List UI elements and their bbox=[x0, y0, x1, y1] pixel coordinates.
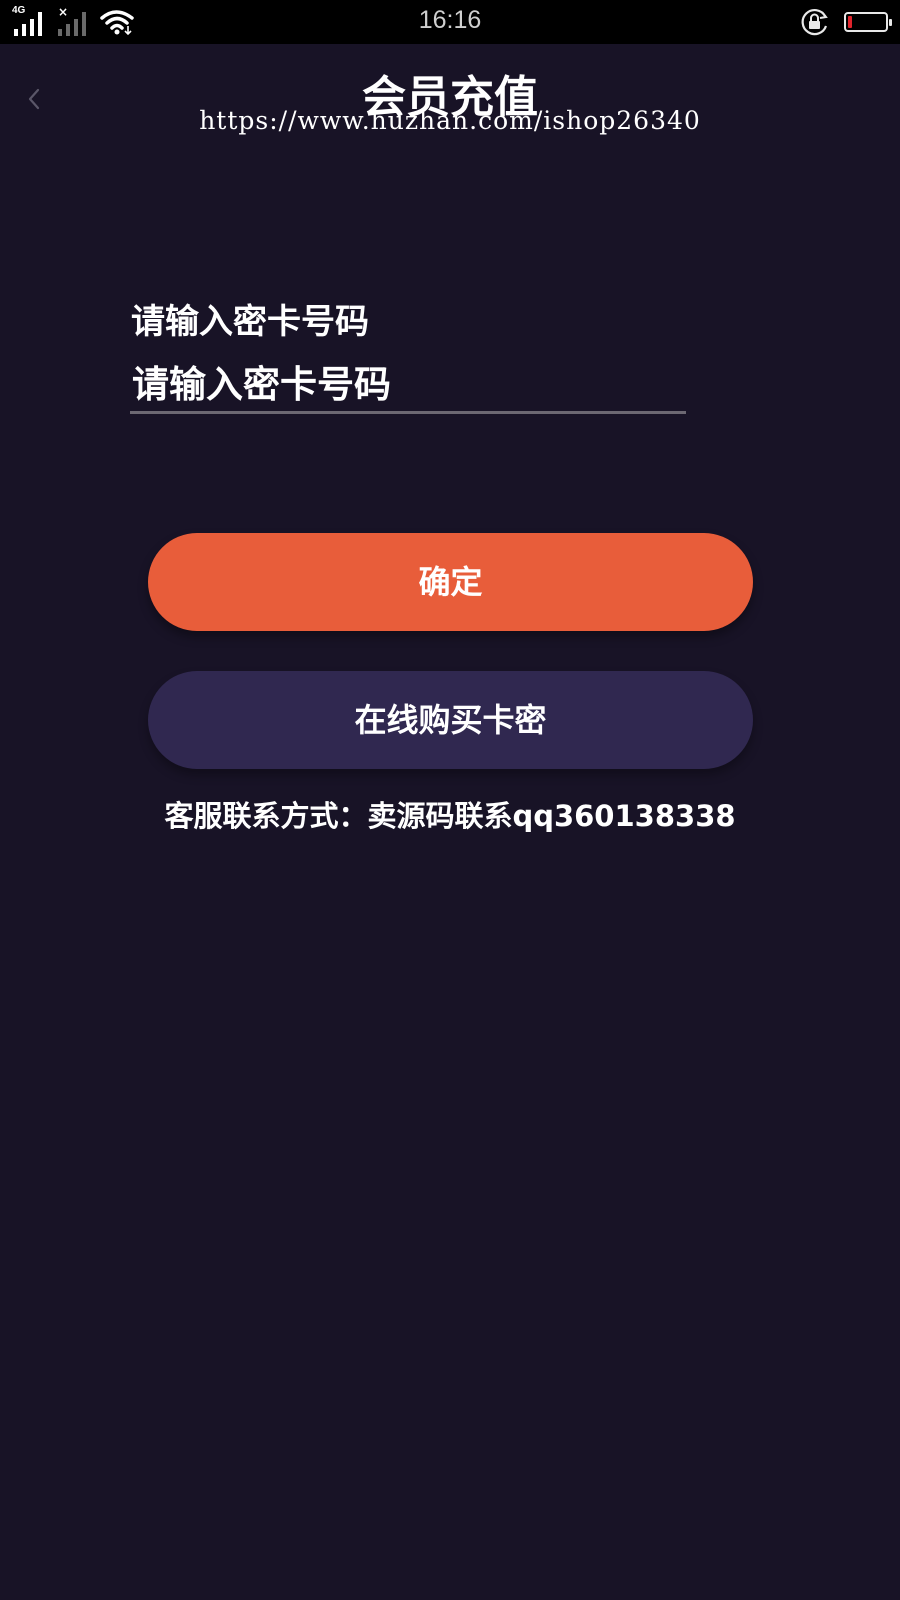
phone-screen: 4G × 16:16 会员充值 https://www.huzhan.com/i… bbox=[0, 0, 900, 1600]
buy-card-button[interactable]: 在线购买卡密 bbox=[148, 671, 753, 769]
battery-icon bbox=[844, 12, 892, 32]
confirm-button[interactable]: 确定 bbox=[148, 533, 753, 631]
watermark-text: https://www.huzhan.com/ishop26340 bbox=[199, 106, 701, 135]
customer-service-contact: 客服联系方式：卖源码联系qq360138338 bbox=[164, 799, 736, 833]
card-number-input[interactable] bbox=[130, 358, 686, 414]
status-bar-right bbox=[800, 8, 892, 36]
status-bar: 4G × 16:16 bbox=[0, 0, 900, 44]
status-time: 16:16 bbox=[418, 6, 482, 34]
rotation-lock-icon bbox=[801, 9, 828, 36]
battery-level-fill bbox=[848, 16, 852, 28]
card-number-label: 请输入密卡号码 bbox=[131, 302, 369, 342]
